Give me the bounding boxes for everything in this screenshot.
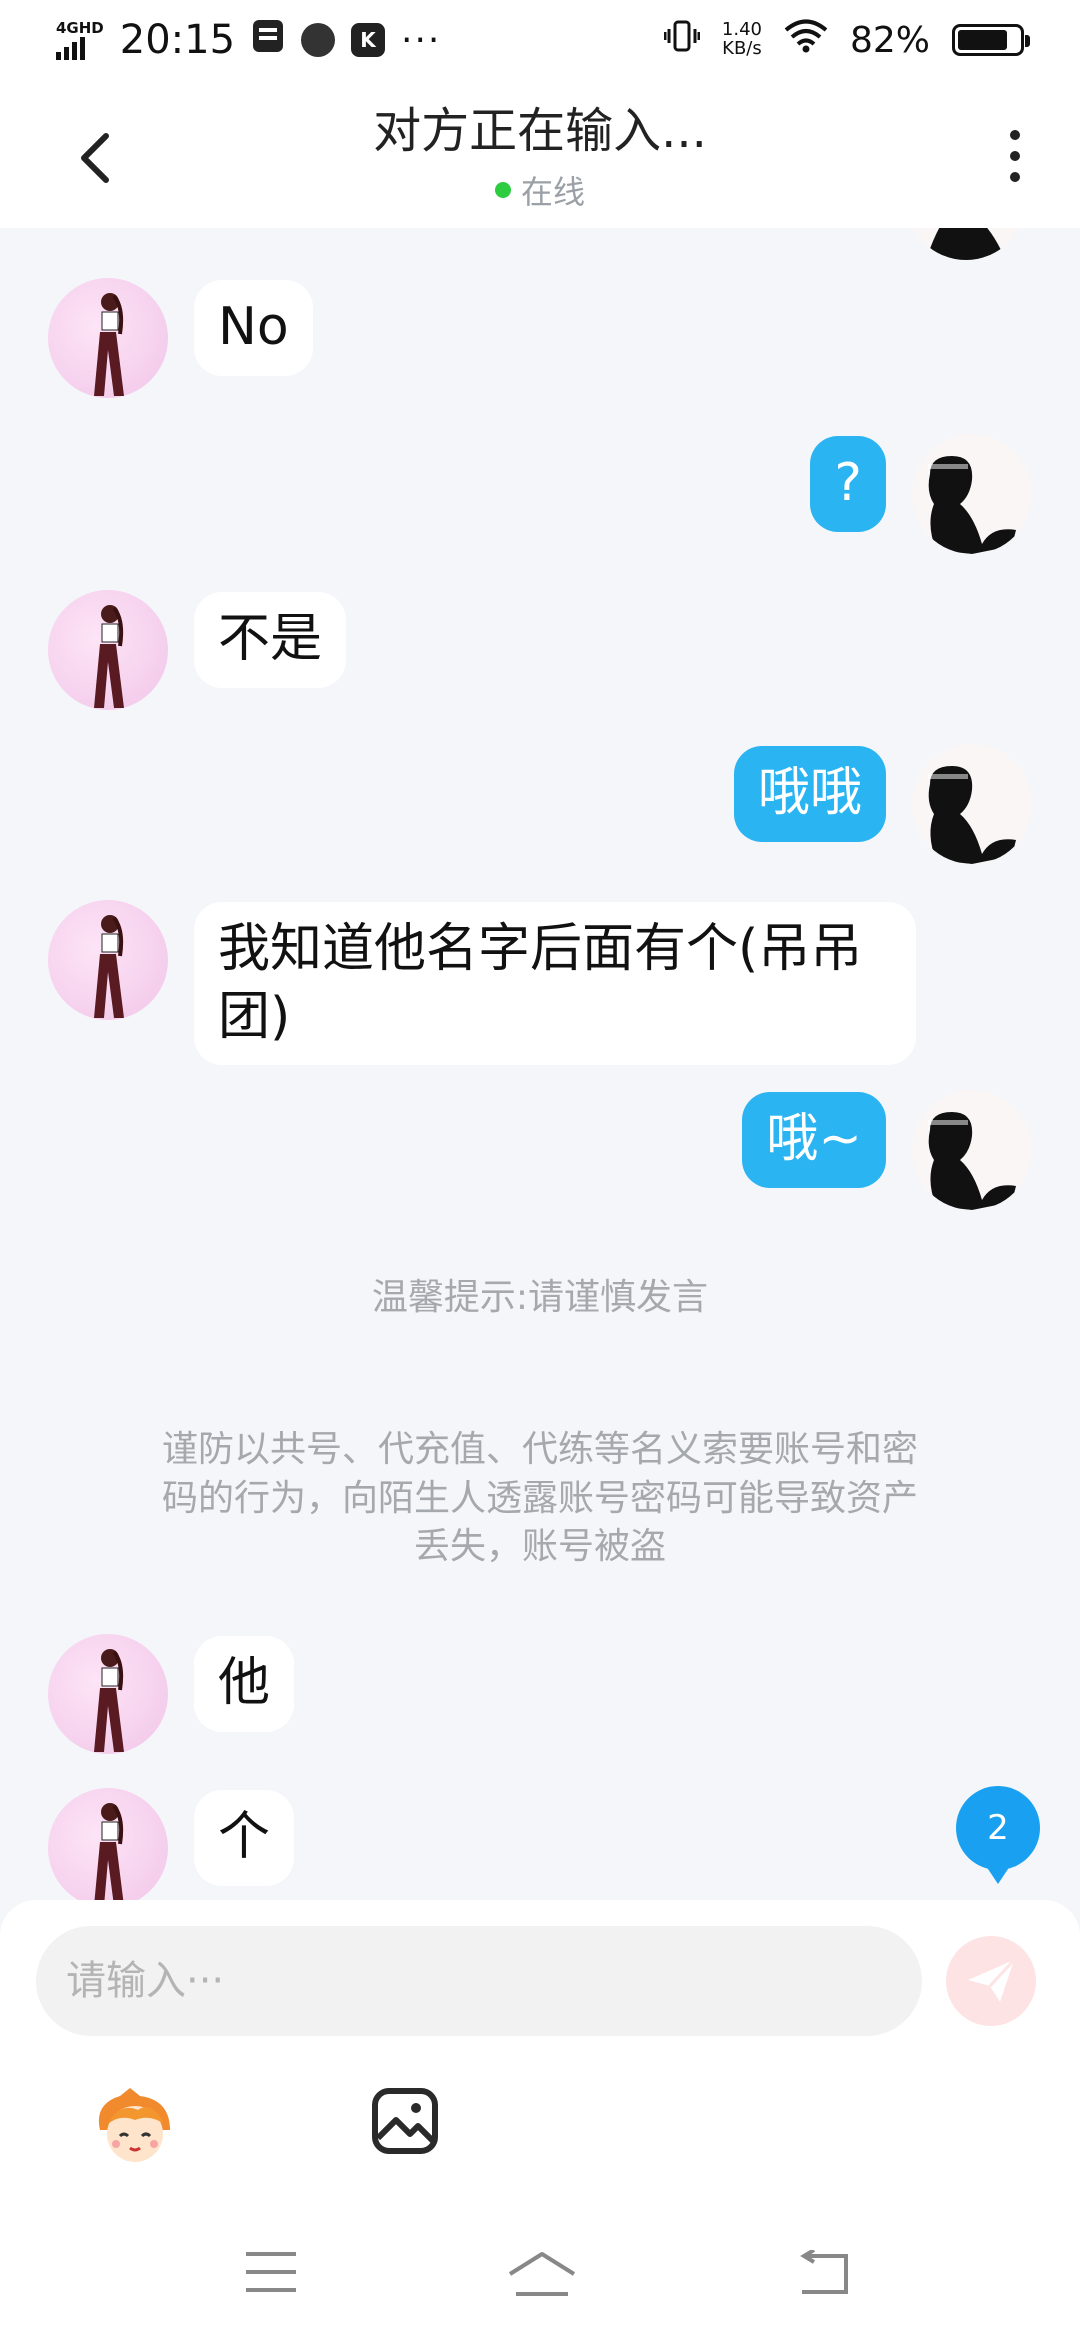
emoji-button[interactable] bbox=[90, 2084, 180, 2174]
contact-avatar-figure bbox=[94, 1649, 124, 1752]
unread-count-badge[interactable]: 2 bbox=[956, 1786, 1040, 1884]
send-button[interactable] bbox=[946, 1936, 1036, 2026]
message-bubble[interactable]: 不是 bbox=[194, 592, 347, 688]
home-icon bbox=[508, 2252, 576, 2296]
online-status: 在线 bbox=[373, 167, 707, 213]
self-avatar-silhouette bbox=[928, 766, 1016, 864]
chevron-left-icon bbox=[81, 133, 109, 183]
chat-header: 对方正在输入... 在线 bbox=[0, 80, 1080, 228]
back-nav-button[interactable] bbox=[796, 2248, 856, 2300]
security-warning: 谨防以共号、代充值、代练等名义索要账号和密 码的行为，向陌生人透露账号密码可能导… bbox=[100, 1426, 980, 1572]
contact-avatar-figure bbox=[94, 605, 124, 708]
status-right: 1.40 KB/s 82% bbox=[663, 18, 1030, 63]
vibrate-icon bbox=[663, 18, 701, 63]
battery-icon bbox=[952, 24, 1030, 56]
image-icon bbox=[372, 2088, 438, 2154]
message-bubble[interactable]: 哦哦 bbox=[733, 746, 886, 842]
message-bubble[interactable]: 我知道他名字后面有个(吊吊 团) bbox=[194, 902, 916, 1066]
message-outgoing: ? bbox=[810, 434, 1032, 554]
warning-line: 丢失，账号被盗 bbox=[413, 1526, 666, 1568]
menu-lines-icon bbox=[246, 2252, 296, 2292]
image-picker-button[interactable] bbox=[370, 2086, 440, 2156]
paper-plane-icon bbox=[968, 1958, 1016, 2002]
chat-title: 对方正在输入... bbox=[373, 103, 707, 159]
message-bubble[interactable]: 他 bbox=[194, 1636, 295, 1732]
message-incoming: 他 bbox=[48, 1634, 295, 1754]
more-options-button[interactable] bbox=[990, 124, 1040, 188]
back-button[interactable] bbox=[70, 128, 120, 188]
more-notifications-icon: ··· bbox=[401, 19, 442, 61]
avatar-contact[interactable] bbox=[48, 590, 168, 710]
clock: 20:15 bbox=[119, 17, 236, 63]
message-bubble[interactable]: No bbox=[194, 280, 313, 376]
message-composer bbox=[0, 1900, 1080, 2200]
avatar-contact[interactable] bbox=[48, 900, 168, 1020]
message-incoming: 不是 bbox=[48, 590, 347, 710]
contact-avatar-figure bbox=[94, 293, 124, 396]
avatar-self[interactable] bbox=[912, 1090, 1032, 1210]
system-navigation-bar bbox=[0, 2200, 1080, 2340]
emoji-face-icon bbox=[98, 2088, 170, 2162]
message-bubble[interactable]: 哦~ bbox=[742, 1092, 886, 1188]
message-line: 我知道他名字后面有个(吊吊 bbox=[218, 919, 863, 979]
network-label: 4GHD bbox=[56, 18, 104, 37]
battery-fill bbox=[958, 30, 1008, 50]
k-app-icon: K bbox=[351, 23, 386, 57]
sim-card-icon bbox=[251, 18, 285, 63]
message-outgoing: 哦哦 bbox=[733, 744, 1032, 864]
online-status-label: 在线 bbox=[520, 173, 585, 211]
message-outgoing: 哦~ bbox=[742, 1090, 1032, 1210]
contact-avatar-figure bbox=[94, 915, 124, 1018]
message-incoming: No bbox=[48, 278, 313, 398]
message-input[interactable] bbox=[36, 1926, 922, 2036]
warning-line: 码的行为，向陌生人透露账号密码可能导致资产 bbox=[161, 1477, 918, 1519]
more-vertical-icon bbox=[1010, 130, 1020, 140]
message-bubble[interactable]: ? bbox=[810, 436, 886, 532]
return-icon bbox=[800, 2248, 848, 2294]
chat-message-list[interactable]: No ? 不是 哦哦 我知道他名字后面有个(吊吊 团) 哦~ 温馨提示:请谨慎发… bbox=[0, 228, 1080, 1900]
self-avatar-silhouette bbox=[928, 456, 1016, 554]
network-indicator: 4GHD bbox=[56, 18, 104, 60]
avatar-self[interactable] bbox=[912, 434, 1032, 554]
contact-avatar-figure bbox=[94, 1803, 124, 1900]
network-speed: 1.40 KB/s bbox=[722, 20, 762, 59]
avatar-contact[interactable] bbox=[48, 278, 168, 398]
message-incoming: 个 bbox=[48, 1788, 295, 1900]
message-bubble[interactable]: 个 bbox=[194, 1790, 295, 1886]
wifi-icon bbox=[784, 18, 828, 62]
signal-icon bbox=[56, 36, 104, 60]
avatar-contact[interactable] bbox=[48, 1634, 168, 1754]
recent-apps-button[interactable] bbox=[244, 2250, 304, 2300]
status-left: 4GHD 20:15 K ··· bbox=[56, 17, 441, 63]
self-avatar-silhouette bbox=[928, 1112, 1016, 1210]
message-line: 团) bbox=[218, 986, 291, 1047]
message-incoming: 我知道他名字后面有个(吊吊 团) bbox=[48, 900, 916, 1066]
avatar-self-partial bbox=[906, 228, 1026, 260]
header-center: 对方正在输入... 在线 bbox=[373, 95, 707, 213]
home-button[interactable] bbox=[506, 2250, 578, 2300]
battery-percentage: 82% bbox=[849, 19, 930, 61]
warning-line: 谨防以共号、代充值、代练等名义索要账号和密 bbox=[161, 1429, 918, 1470]
status-bar: 4GHD 20:15 K ··· 1.40 KB/s 82% bbox=[0, 0, 1080, 80]
speed-unit: KB/s bbox=[722, 38, 762, 59]
avatar-contact[interactable] bbox=[48, 1788, 168, 1900]
avatar-self[interactable] bbox=[912, 744, 1032, 864]
app-notification-icon bbox=[301, 23, 336, 57]
tip-notice: 温馨提示:请谨慎发言 bbox=[371, 1277, 709, 1318]
online-dot-icon bbox=[494, 182, 511, 198]
